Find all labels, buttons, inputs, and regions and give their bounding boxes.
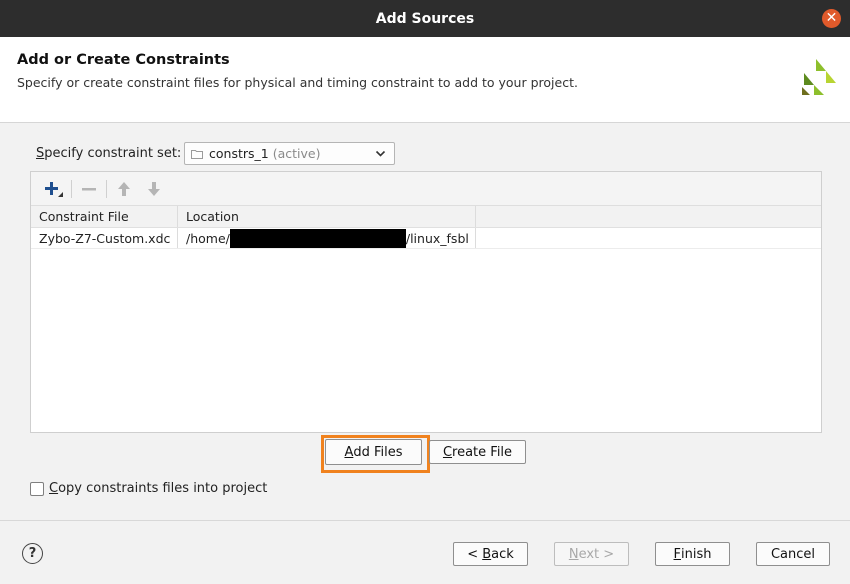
column-header-constraint-file[interactable]: Constraint File — [31, 206, 178, 227]
page-title: Add or Create Constraints — [17, 52, 230, 68]
active-tag: (active) — [272, 146, 321, 161]
table-header: Constraint File Location — [31, 206, 821, 228]
add-files-mnemonic: A — [344, 444, 354, 460]
cancel-label: Cancel — [770, 546, 816, 562]
finish-mnemonic: F — [673, 546, 681, 562]
next-label: ext > — [578, 546, 615, 562]
back-arrow: < — [467, 546, 483, 562]
create-file-mnemonic: C — [442, 444, 453, 460]
create-file-label: reate File — [452, 444, 513, 460]
folder-icon — [191, 149, 203, 159]
add-icon — [45, 181, 63, 197]
page-subtitle: Specify or create constraint files for p… — [17, 75, 578, 90]
constraint-files-panel: Constraint File Location Zybo-Z7-Custom.… — [30, 171, 822, 433]
finish-button[interactable]: Finish — [655, 542, 730, 566]
create-file-button[interactable]: Create File — [429, 440, 526, 464]
close-button[interactable]: ✕ — [822, 9, 841, 28]
help-button[interactable]: ? — [22, 543, 43, 564]
copy-constraints-mnemonic: C — [49, 481, 59, 496]
move-up-button[interactable] — [109, 177, 139, 201]
constraint-file-cell: Zybo-Z7-Custom.xdc — [31, 228, 178, 248]
title-bar: Add Sources ✕ — [0, 0, 850, 37]
back-button[interactable]: < Back — [453, 542, 528, 566]
next-mnemonic: N — [568, 546, 579, 562]
constraint-set-select[interactable]: constrs_1 (active) — [184, 142, 395, 165]
table-row[interactable]: Zybo-Z7-Custom.xdc /home/ /linux_fsbl — [31, 228, 821, 249]
close-icon: ✕ — [825, 10, 838, 26]
back-mnemonic: B — [482, 546, 492, 562]
move-down-icon — [148, 181, 160, 196]
remove-icon — [82, 187, 96, 190]
footer-divider — [0, 520, 850, 521]
location-cell: /home/ /linux_fsbl — [178, 228, 476, 248]
constraint-set-value: constrs_1 — [209, 146, 269, 161]
add-files-label: dd Files — [353, 444, 403, 460]
xilinx-logo-icon — [802, 59, 836, 95]
toolbar-separator — [106, 179, 107, 198]
finish-label: inish — [681, 546, 712, 562]
toolbar-separator — [71, 179, 72, 198]
copy-constraints-checkbox[interactable] — [30, 481, 44, 496]
back-label: ack — [491, 546, 514, 562]
add-button[interactable] — [39, 177, 69, 201]
remove-button[interactable] — [74, 177, 104, 201]
location-suffix: /linux_fsbl — [405, 230, 469, 246]
constraint-set-label-text: pecify constraint set: — [44, 146, 182, 161]
copy-constraints-label: opy constraints files into project — [58, 481, 268, 496]
next-button[interactable]: Next > — [554, 542, 629, 566]
cancel-button[interactable]: Cancel — [756, 542, 830, 566]
location-prefix: /home/ — [186, 230, 230, 246]
window-title: Add Sources — [375, 10, 475, 27]
redacted-block — [229, 228, 406, 248]
column-header-location[interactable]: Location — [178, 206, 476, 227]
copy-constraints-option[interactable]: Copy constraints files into project — [30, 481, 267, 496]
constraint-set-label: Specify constraint set: — [36, 146, 181, 161]
help-icon: ? — [28, 546, 37, 561]
chevron-down-icon — [375, 150, 386, 157]
move-up-icon — [118, 181, 130, 196]
move-down-button[interactable] — [139, 177, 169, 201]
table-toolbar — [31, 172, 821, 206]
wizard-header: Add or Create Constraints Specify or cre… — [0, 37, 850, 123]
add-files-button[interactable]: Add Files — [325, 439, 422, 465]
